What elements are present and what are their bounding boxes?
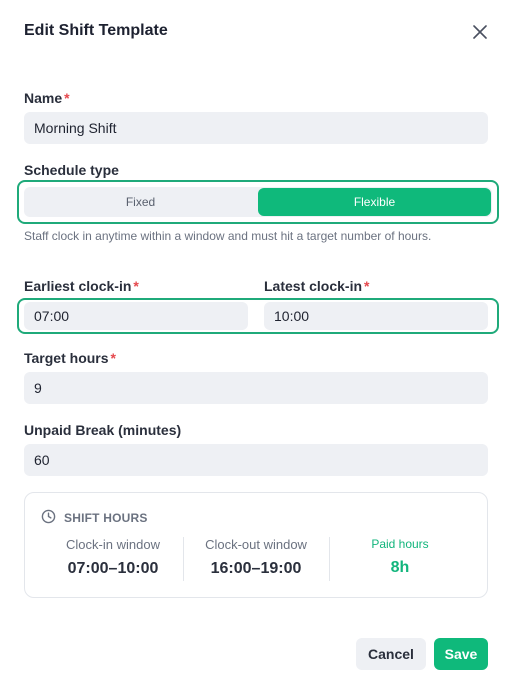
clock-out-window: Clock-out window 16:00–19:00 [186,537,326,578]
schedule-option-fixed[interactable]: Fixed [24,187,257,217]
latest-clock-in-label: Latest clock-in * [264,278,370,294]
clock-in-window-value: 07:00–10:00 [67,560,159,577]
required-asterisk: * [364,278,370,294]
target-hours-label: Target hours * [24,350,116,366]
name-input[interactable]: Morning Shift [24,112,488,144]
dialog-title: Edit Shift Template [24,22,168,39]
clock-in-window-label: Clock-in window [66,537,160,552]
paid-hours-value: 8h [390,559,410,576]
required-asterisk: * [133,278,139,294]
target-hours-input[interactable]: 9 [24,372,488,404]
save-button[interactable]: Save [434,638,488,670]
clock-out-window-label: Clock-out window [205,537,307,552]
close-icon[interactable] [470,22,490,42]
summary-heading: SHIFT HOURS [64,511,148,525]
required-asterisk: * [64,90,70,106]
clock-out-window-value: 16:00–19:00 [210,560,302,577]
summary-divider [183,537,184,581]
clock-in-window: Clock-in window 07:00–10:00 [43,537,183,578]
earliest-clock-in-label: Earliest clock-in * [24,278,139,294]
paid-hours-label: Paid hours [371,537,429,551]
earliest-clock-in-input[interactable]: 07:00 [24,302,248,330]
edit-shift-template-dialog: Edit Shift Template Name * Morning Shift … [0,0,512,686]
schedule-type-toggle: Fixed Flexible [17,180,499,224]
clock-icon [41,509,56,527]
schedule-type-hint: Staff clock in anytime within a window a… [24,229,432,243]
schedule-type-label: Schedule type [24,162,119,178]
latest-clock-in-input[interactable]: 10:00 [264,302,488,330]
unpaid-break-label: Unpaid Break (minutes) [24,422,182,438]
shift-hours-summary: SHIFT HOURS Clock-in window 07:00–10:00 … [24,492,488,598]
required-asterisk: * [110,350,116,366]
name-label: Name * [24,90,70,106]
cancel-button[interactable]: Cancel [356,638,426,670]
schedule-option-flexible[interactable]: Flexible [258,188,491,216]
paid-hours: Paid hours 8h [330,537,470,577]
unpaid-break-input[interactable]: 60 [24,444,488,476]
